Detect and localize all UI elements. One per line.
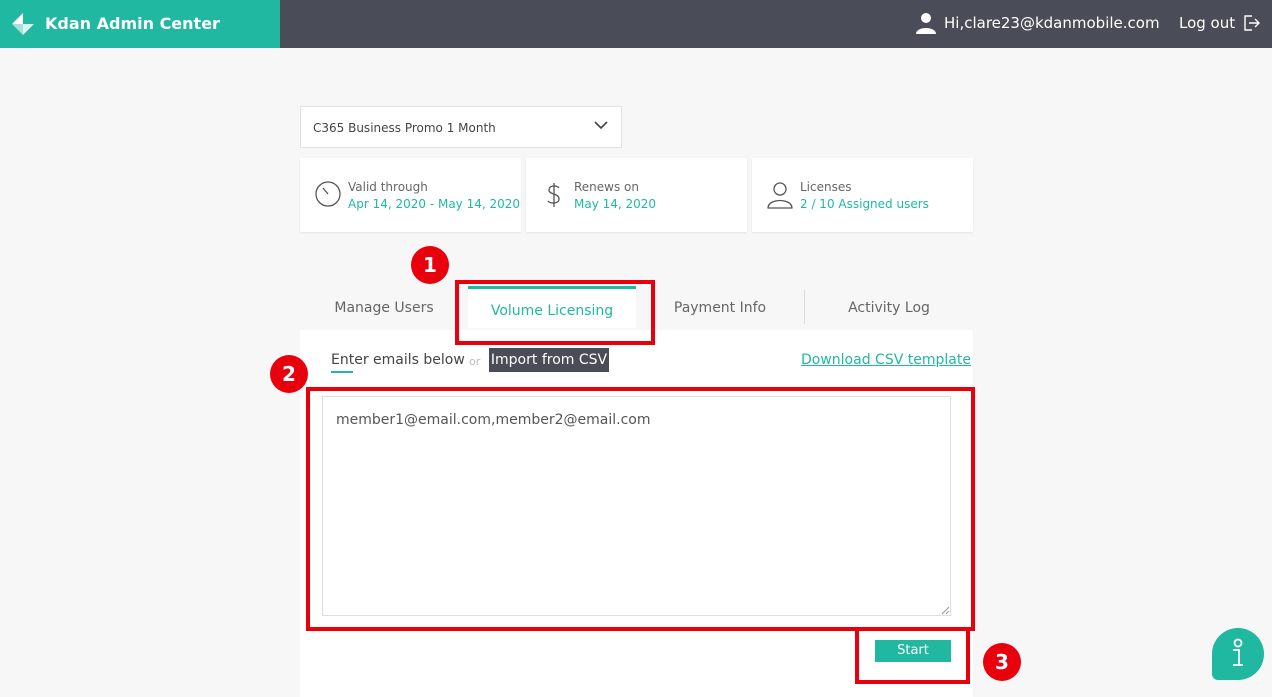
import-csv-button[interactable]: Import from CSV — [489, 348, 609, 372]
tab-label: Payment Info — [673, 300, 767, 316]
card-value: 2 / 10 Assigned users — [800, 197, 929, 211]
highlight-box-2 — [306, 387, 975, 631]
brand-area[interactable]: Kdan Admin Center — [0, 0, 280, 48]
card-value: May 14, 2020 — [574, 197, 657, 211]
dollar-icon — [547, 183, 560, 207]
step-badge-2: 2 — [270, 355, 308, 393]
plan-select[interactable]: C365 Business Promo 1 Month — [300, 106, 622, 148]
licenses-card: Licenses 2 / 10 Assigned users — [752, 158, 973, 232]
tab-label: Manage Users — [334, 300, 434, 316]
step-badge-1: 1 — [411, 246, 449, 284]
account-icon — [916, 13, 936, 34]
user-greeting: Hi,clare23@kdanmobile.com — [944, 14, 1160, 32]
highlight-box-1 — [455, 280, 655, 345]
tab-payment-info[interactable]: Payment Info — [636, 288, 804, 328]
tab-activity-log[interactable]: Activity Log — [805, 288, 973, 328]
highlight-box-3 — [855, 627, 970, 684]
card-label: Renews on — [574, 180, 639, 194]
enter-emails-tab[interactable]: Enter emails below — [331, 352, 465, 368]
brand-title: Kdan Admin Center — [45, 14, 220, 33]
kdan-logo-icon — [12, 13, 34, 35]
step-badge-3: 3 — [983, 643, 1021, 681]
tab-label: Activity Log — [848, 300, 930, 316]
timer-icon — [315, 181, 341, 207]
tab-manage-users[interactable]: Manage Users — [300, 288, 468, 328]
card-label: Licenses — [800, 180, 852, 194]
logout-icon — [1244, 15, 1260, 31]
active-indicator — [331, 371, 353, 373]
logout-button[interactable]: Log out — [1179, 14, 1261, 32]
card-value: Apr 14, 2020 - May 14, 2020 — [348, 197, 521, 211]
renews-on-card: Renews on May 14, 2020 — [526, 158, 747, 232]
top-bar: Kdan Admin Center Hi,clare23@kdanmobile.… — [0, 0, 1272, 48]
card-label: Valid through — [348, 180, 428, 194]
logout-label: Log out — [1179, 14, 1236, 32]
plan-select-value: C365 Business Promo 1 Month — [313, 121, 496, 135]
valid-through-card: Valid through Apr 14, 2020 - May 14, 202… — [300, 158, 521, 232]
download-csv-template-link[interactable]: Download CSV template — [801, 352, 971, 368]
help-button[interactable] — [1212, 628, 1264, 680]
info-icon — [1233, 638, 1243, 666]
chevron-down-icon — [594, 121, 608, 130]
or-separator: or — [469, 355, 481, 368]
user-icon — [767, 182, 793, 209]
